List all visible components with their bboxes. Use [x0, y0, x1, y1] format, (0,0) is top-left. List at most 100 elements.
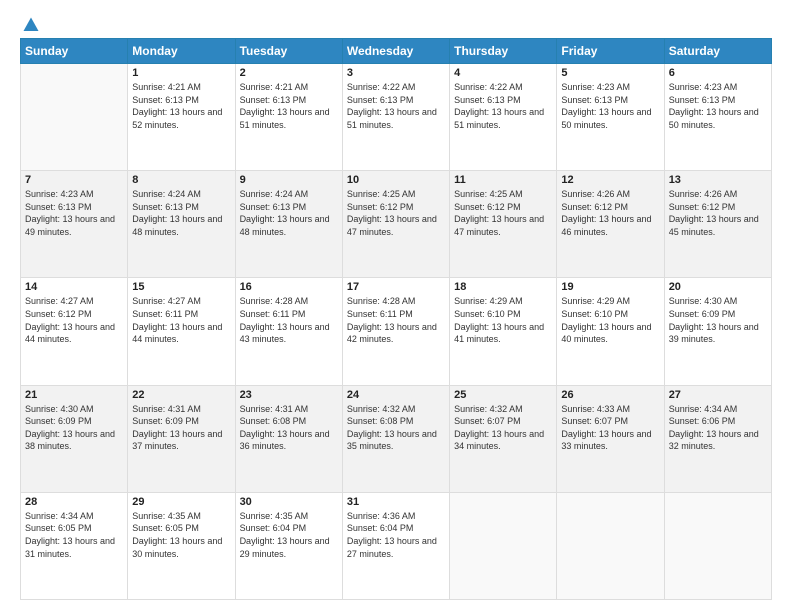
day-number: 5 — [561, 67, 659, 79]
calendar-cell: 29 Sunrise: 4:35 AMSunset: 6:05 PMDayligh… — [128, 492, 235, 599]
day-info: Sunrise: 4:25 AMSunset: 6:12 PMDaylight:… — [454, 188, 552, 238]
day-number: 26 — [561, 389, 659, 401]
day-number: 31 — [347, 496, 445, 508]
header-wednesday: Wednesday — [342, 39, 449, 64]
day-info: Sunrise: 4:23 AMSunset: 6:13 PMDaylight:… — [669, 81, 767, 131]
day-number: 18 — [454, 281, 552, 293]
day-number: 21 — [25, 389, 123, 401]
calendar-cell: 13 Sunrise: 4:26 AMSunset: 6:12 PMDayligh… — [664, 171, 771, 278]
calendar-cell: 26 Sunrise: 4:33 AMSunset: 6:07 PMDayligh… — [557, 385, 664, 492]
day-number: 3 — [347, 67, 445, 79]
day-number: 9 — [240, 174, 338, 186]
calendar-cell: 23 Sunrise: 4:31 AMSunset: 6:08 PMDayligh… — [235, 385, 342, 492]
day-info: Sunrise: 4:29 AMSunset: 6:10 PMDaylight:… — [454, 295, 552, 345]
calendar-cell: 11 Sunrise: 4:25 AMSunset: 6:12 PMDayligh… — [450, 171, 557, 278]
calendar-week-row: 21 Sunrise: 4:30 AMSunset: 6:09 PMDayligh… — [21, 385, 772, 492]
calendar-cell: 14 Sunrise: 4:27 AMSunset: 6:12 PMDayligh… — [21, 278, 128, 385]
calendar-cell: 9Sunrise: 4:24 AMSunset: 6:13 PMDaylight… — [235, 171, 342, 278]
page: SundayMondayTuesdayWednesdayThursdayFrid… — [0, 0, 792, 612]
header-thursday: Thursday — [450, 39, 557, 64]
day-number: 19 — [561, 281, 659, 293]
calendar-cell — [664, 492, 771, 599]
header — [20, 16, 772, 30]
day-number: 22 — [132, 389, 230, 401]
calendar-cell: 15 Sunrise: 4:27 AMSunset: 6:11 PMDayligh… — [128, 278, 235, 385]
calendar-cell: 25 Sunrise: 4:32 AMSunset: 6:07 PMDayligh… — [450, 385, 557, 492]
day-number: 30 — [240, 496, 338, 508]
day-number: 23 — [240, 389, 338, 401]
header-sunday: Sunday — [21, 39, 128, 64]
day-number: 12 — [561, 174, 659, 186]
day-info: Sunrise: 4:27 AMSunset: 6:12 PMDaylight:… — [25, 295, 123, 345]
day-number: 25 — [454, 389, 552, 401]
calendar-cell: 24Sunrise: 4:32 AMSunset: 6:08 PMDayligh… — [342, 385, 449, 492]
day-number: 2 — [240, 67, 338, 79]
day-number: 13 — [669, 174, 767, 186]
day-info: Sunrise: 4:24 AMSunset: 6:13 PMDaylight:… — [132, 188, 230, 238]
calendar-cell: 28Sunrise: 4:34 AMSunset: 6:05 PMDayligh… — [21, 492, 128, 599]
header-monday: Monday — [128, 39, 235, 64]
day-info: Sunrise: 4:26 AMSunset: 6:12 PMDaylight:… — [669, 188, 767, 238]
day-info: Sunrise: 4:33 AMSunset: 6:07 PMDaylight:… — [561, 403, 659, 453]
day-number: 29 — [132, 496, 230, 508]
day-number: 8 — [132, 174, 230, 186]
calendar-week-row: 7Sunrise: 4:23 AMSunset: 6:13 PMDaylight… — [21, 171, 772, 278]
calendar-week-row: 14 Sunrise: 4:27 AMSunset: 6:12 PMDayligh… — [21, 278, 772, 385]
calendar-cell: 27Sunrise: 4:34 AMSunset: 6:06 PMDayligh… — [664, 385, 771, 492]
calendar-cell: 20Sunrise: 4:30 AMSunset: 6:09 PMDayligh… — [664, 278, 771, 385]
calendar-cell: 7Sunrise: 4:23 AMSunset: 6:13 PMDaylight… — [21, 171, 128, 278]
day-number: 16 — [240, 281, 338, 293]
day-info: Sunrise: 4:28 AMSunset: 6:11 PMDaylight:… — [347, 295, 445, 345]
header-friday: Friday — [557, 39, 664, 64]
day-info: Sunrise: 4:23 AMSunset: 6:13 PMDaylight:… — [561, 81, 659, 131]
calendar-cell: 12Sunrise: 4:26 AMSunset: 6:12 PMDayligh… — [557, 171, 664, 278]
calendar-header-row: SundayMondayTuesdayWednesdayThursdayFrid… — [21, 39, 772, 64]
calendar-cell: 19 Sunrise: 4:29 AMSunset: 6:10 PMDayligh… — [557, 278, 664, 385]
day-number: 4 — [454, 67, 552, 79]
calendar-cell: 8 Sunrise: 4:24 AMSunset: 6:13 PMDaylight… — [128, 171, 235, 278]
calendar-cell — [450, 492, 557, 599]
day-number: 10 — [347, 174, 445, 186]
calendar-cell: 6 Sunrise: 4:23 AMSunset: 6:13 PMDaylight… — [664, 64, 771, 171]
calendar-week-row: 28Sunrise: 4:34 AMSunset: 6:05 PMDayligh… — [21, 492, 772, 599]
day-info: Sunrise: 4:32 AMSunset: 6:08 PMDaylight:… — [347, 403, 445, 453]
day-number: 14 — [25, 281, 123, 293]
calendar-cell — [21, 64, 128, 171]
calendar-cell: 22 Sunrise: 4:31 AMSunset: 6:09 PMDayligh… — [128, 385, 235, 492]
calendar-cell: 2 Sunrise: 4:21 AMSunset: 6:13 PMDaylight… — [235, 64, 342, 171]
day-info: Sunrise: 4:21 AMSunset: 6:13 PMDaylight:… — [240, 81, 338, 131]
day-info: Sunrise: 4:30 AMSunset: 6:09 PMDaylight:… — [25, 403, 123, 453]
day-info: Sunrise: 4:31 AMSunset: 6:09 PMDaylight:… — [132, 403, 230, 453]
day-info: Sunrise: 4:34 AMSunset: 6:06 PMDaylight:… — [669, 403, 767, 453]
day-info: Sunrise: 4:22 AMSunset: 6:13 PMDaylight:… — [347, 81, 445, 131]
calendar-cell: 18 Sunrise: 4:29 AMSunset: 6:10 PMDayligh… — [450, 278, 557, 385]
calendar-cell: 21 Sunrise: 4:30 AMSunset: 6:09 PMDayligh… — [21, 385, 128, 492]
day-info: Sunrise: 4:25 AMSunset: 6:12 PMDaylight:… — [347, 188, 445, 238]
calendar-cell: 3 Sunrise: 4:22 AMSunset: 6:13 PMDaylight… — [342, 64, 449, 171]
calendar-cell: 31 Sunrise: 4:36 AMSunset: 6:04 PMDayligh… — [342, 492, 449, 599]
day-info: Sunrise: 4:22 AMSunset: 6:13 PMDaylight:… — [454, 81, 552, 131]
day-info: Sunrise: 4:27 AMSunset: 6:11 PMDaylight:… — [132, 295, 230, 345]
day-number: 11 — [454, 174, 552, 186]
day-number: 7 — [25, 174, 123, 186]
calendar-cell: 10 Sunrise: 4:25 AMSunset: 6:12 PMDayligh… — [342, 171, 449, 278]
day-info: Sunrise: 4:32 AMSunset: 6:07 PMDaylight:… — [454, 403, 552, 453]
calendar-cell: 1Sunrise: 4:21 AMSunset: 6:13 PMDaylight… — [128, 64, 235, 171]
logo-icon — [22, 16, 40, 34]
day-info: Sunrise: 4:31 AMSunset: 6:08 PMDaylight:… — [240, 403, 338, 453]
header-saturday: Saturday — [664, 39, 771, 64]
day-info: Sunrise: 4:35 AMSunset: 6:05 PMDaylight:… — [132, 510, 230, 560]
day-number: 6 — [669, 67, 767, 79]
calendar-cell: 16Sunrise: 4:28 AMSunset: 6:11 PMDayligh… — [235, 278, 342, 385]
day-number: 15 — [132, 281, 230, 293]
day-info: Sunrise: 4:21 AMSunset: 6:13 PMDaylight:… — [132, 81, 230, 131]
day-info: Sunrise: 4:36 AMSunset: 6:04 PMDaylight:… — [347, 510, 445, 560]
day-info: Sunrise: 4:30 AMSunset: 6:09 PMDaylight:… — [669, 295, 767, 345]
day-number: 17 — [347, 281, 445, 293]
day-info: Sunrise: 4:34 AMSunset: 6:05 PMDaylight:… — [25, 510, 123, 560]
calendar-week-row: 1Sunrise: 4:21 AMSunset: 6:13 PMDaylight… — [21, 64, 772, 171]
logo — [20, 16, 40, 30]
day-info: Sunrise: 4:35 AMSunset: 6:04 PMDaylight:… — [240, 510, 338, 560]
day-info: Sunrise: 4:29 AMSunset: 6:10 PMDaylight:… — [561, 295, 659, 345]
header-tuesday: Tuesday — [235, 39, 342, 64]
